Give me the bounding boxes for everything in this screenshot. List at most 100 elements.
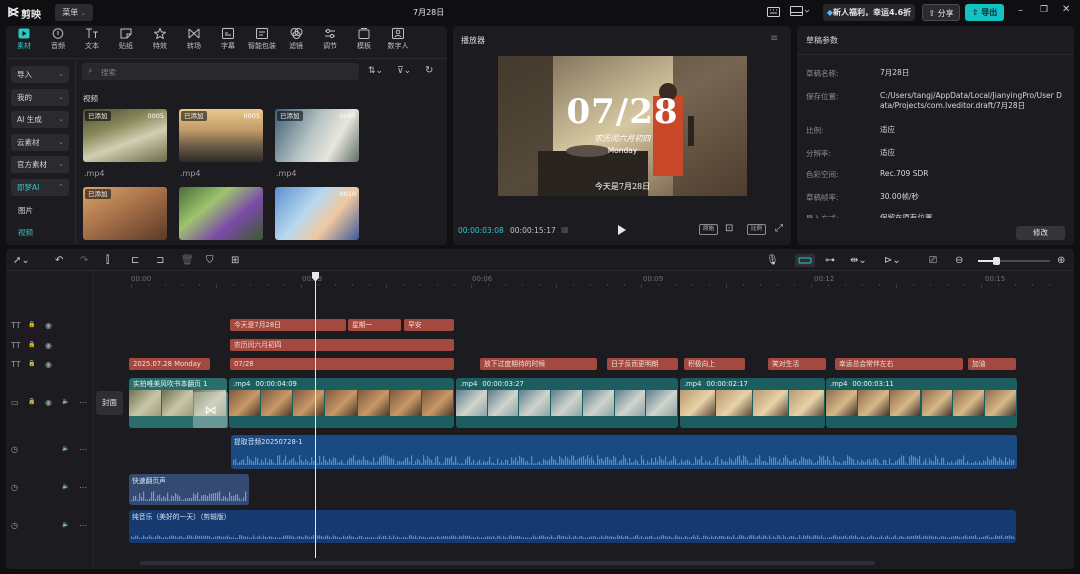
link-icon[interactable]: ⊶ [825, 255, 835, 267]
transition-marker-icon[interactable]: ⋈ [193, 392, 228, 428]
media-thumbnail[interactable]: 已添加 0005 [275, 109, 359, 162]
text-clip[interactable]: 日子反而更明朗 [607, 358, 678, 370]
tool-adjust[interactable]: 调节 [314, 28, 346, 54]
search-input[interactable]: 搜索 [101, 67, 116, 78]
lock-icon[interactable]: 🔒 [28, 341, 35, 348]
player-menu-icon[interactable]: ≡ [770, 33, 778, 44]
caption-icon[interactable]: ⎚ [929, 255, 937, 267]
sidebar-sub-item[interactable]: 图片 [18, 205, 33, 216]
media-thumbnail[interactable]: 已添加 0005 [83, 109, 167, 162]
sidebar-item[interactable]: 云素材 ⌄ [11, 133, 69, 151]
timeline-scrollbar[interactable] [140, 561, 875, 565]
maximize-icon[interactable]: ❐ [1040, 5, 1048, 15]
text-clip[interactable]: 放下过度期待的时候 [480, 358, 597, 370]
media-thumbnail[interactable]: 已添加 [83, 187, 167, 240]
media-thumbnail[interactable] [179, 187, 263, 240]
eye-icon[interactable]: ◉ [45, 360, 52, 369]
fullscreen-icon[interactable]: ⤢ [775, 223, 783, 234]
tool-template[interactable]: 模板 [348, 28, 380, 54]
close-icon[interactable]: ✕ [1062, 4, 1070, 15]
microphone-icon[interactable]: 🎙 [766, 255, 779, 267]
video-clip[interactable]: .mp4 00:00:04:09 [229, 378, 454, 428]
sidebar-item[interactable]: 即梦AI ⌃ [11, 178, 69, 196]
tool-effects[interactable]: 特效 [144, 28, 176, 54]
tool-smart-pack[interactable]: 智能包装 [246, 28, 278, 54]
menu-button[interactable]: 菜单 ⌄ [55, 4, 93, 21]
sidebar-item[interactable]: 我的 ⌄ [11, 88, 69, 106]
sidebar-item[interactable]: 官方素材 ⌄ [11, 156, 69, 173]
zoom-slider[interactable] [978, 257, 1050, 265]
video-clip[interactable]: .mp4 00:00:03:11 [826, 378, 1017, 428]
trim-right-icon[interactable]: ⊐ [156, 255, 164, 267]
text-clip[interactable]: 加油 [968, 358, 1016, 370]
zoom-in-icon[interactable]: ⊕ [1057, 255, 1065, 267]
speaker-icon[interactable]: 🔈 [62, 398, 69, 405]
media-thumbnail[interactable]: 已添加 0005 [179, 109, 263, 162]
ratio-original-button[interactable]: 原始 [699, 224, 718, 235]
audio-clip[interactable]: 纯音乐（美好的一天）（剪辑版） [129, 510, 1016, 543]
layout-icon[interactable] [790, 6, 810, 20]
search-box[interactable]: ⌕ 搜索 [82, 63, 359, 80]
filter-icon[interactable]: ⊽⌄ [397, 66, 411, 76]
video-preview[interactable]: 07/28 农历闰六月初四 Monday 今天是7月28日 [498, 56, 747, 196]
tool-transition[interactable]: 转场 [178, 28, 210, 54]
text-track-icon[interactable]: TT [11, 321, 21, 330]
redo-icon[interactable]: ↷ [80, 255, 88, 267]
playhead-handle[interactable] [311, 272, 320, 282]
mark-icon[interactable]: ⛉ [206, 255, 214, 267]
cover-button[interactable]: 封面 [96, 391, 123, 415]
speaker-icon[interactable]: 🔈 [62, 445, 69, 452]
lock-icon[interactable]: 🔒 [28, 398, 35, 405]
tool-audio[interactable]: 音频 [42, 28, 74, 54]
text-clip[interactable]: 2025.07.28 Monday [129, 358, 210, 370]
video-clip[interactable]: .mp4 00:00:02:17 [680, 378, 825, 428]
text-clip[interactable]: 早安 [404, 319, 454, 331]
modify-button[interactable]: 修改 [1016, 226, 1065, 240]
sidebar-item[interactable]: AI 生成 ⌄ [11, 111, 69, 128]
sidebar-item[interactable]: 导入 ⌄ [11, 66, 69, 83]
refresh-icon[interactable]: ↻ [425, 65, 433, 76]
sort-icon[interactable]: ⇅⌄ [368, 66, 383, 76]
audio-clip[interactable]: 快速翻页声 [129, 474, 249, 505]
audio-track-icon[interactable]: ◷ [11, 445, 18, 454]
speaker-icon[interactable]: 🔈 [62, 521, 69, 528]
select-tool-icon[interactable]: ➚⌄ [13, 255, 30, 267]
text-clip[interactable]: 农历闰六月初四 [230, 339, 454, 351]
video-clip[interactable]: .mp4 00:00:03:27 [456, 378, 678, 428]
text-clip[interactable]: 星期一 [348, 319, 401, 331]
undo-icon[interactable]: ↶ [55, 255, 63, 267]
text-clip[interactable]: 今天是7月28日 [230, 319, 346, 331]
text-clip[interactable]: 幸运总会常伴左右 [835, 358, 963, 370]
grid-icon[interactable]: ▦ [561, 225, 569, 234]
sidebar-sub-item[interactable]: 视频 [18, 227, 33, 238]
speaker-icon[interactable]: 🔈 [62, 483, 69, 490]
tool-digital-human[interactable]: 数字人 [382, 28, 414, 54]
eye-icon[interactable]: ◉ [45, 398, 52, 407]
lock-icon[interactable]: 🔒 [28, 321, 35, 328]
ratio-button[interactable]: 比例 [747, 224, 766, 235]
zoom-out-icon[interactable]: ⊖ [955, 255, 963, 267]
trim-left-icon[interactable]: ⊏ [131, 255, 139, 267]
more-icon[interactable]: ⋯ [79, 483, 87, 492]
tool-media[interactable]: 素材 [8, 28, 40, 54]
audio-track-icon[interactable]: ◷ [11, 483, 18, 492]
more-icon[interactable]: ⋯ [79, 521, 87, 530]
playhead[interactable] [315, 274, 316, 558]
lock-icon[interactable]: 🔒 [28, 360, 35, 367]
eye-icon[interactable]: ◉ [45, 321, 52, 330]
preview-axis-icon[interactable]: ⇹⌄ [850, 255, 867, 267]
delete-icon[interactable]: 🗑 [181, 255, 194, 267]
text-track-icon[interactable]: TT [11, 360, 21, 369]
audio-track-icon[interactable]: ◷ [11, 521, 18, 530]
export-button[interactable]: ⇧ 导出 [965, 4, 1004, 21]
play-button[interactable] [617, 225, 626, 237]
snap-icon[interactable]: ⊳⌄ [884, 255, 901, 267]
more-icon[interactable]: ⋯ [79, 398, 87, 407]
more-icon[interactable]: ⋯ [79, 445, 87, 454]
tool-text[interactable]: 文本 [76, 28, 108, 54]
audio-clip[interactable]: 提取音频20250728-1 [231, 435, 1017, 469]
split-icon[interactable]: ⫿ [106, 255, 109, 267]
keyboard-shortcut-icon[interactable] [767, 7, 780, 19]
text-clip[interactable]: 积极向上 [684, 358, 745, 370]
text-track-icon[interactable]: TT [11, 341, 21, 350]
